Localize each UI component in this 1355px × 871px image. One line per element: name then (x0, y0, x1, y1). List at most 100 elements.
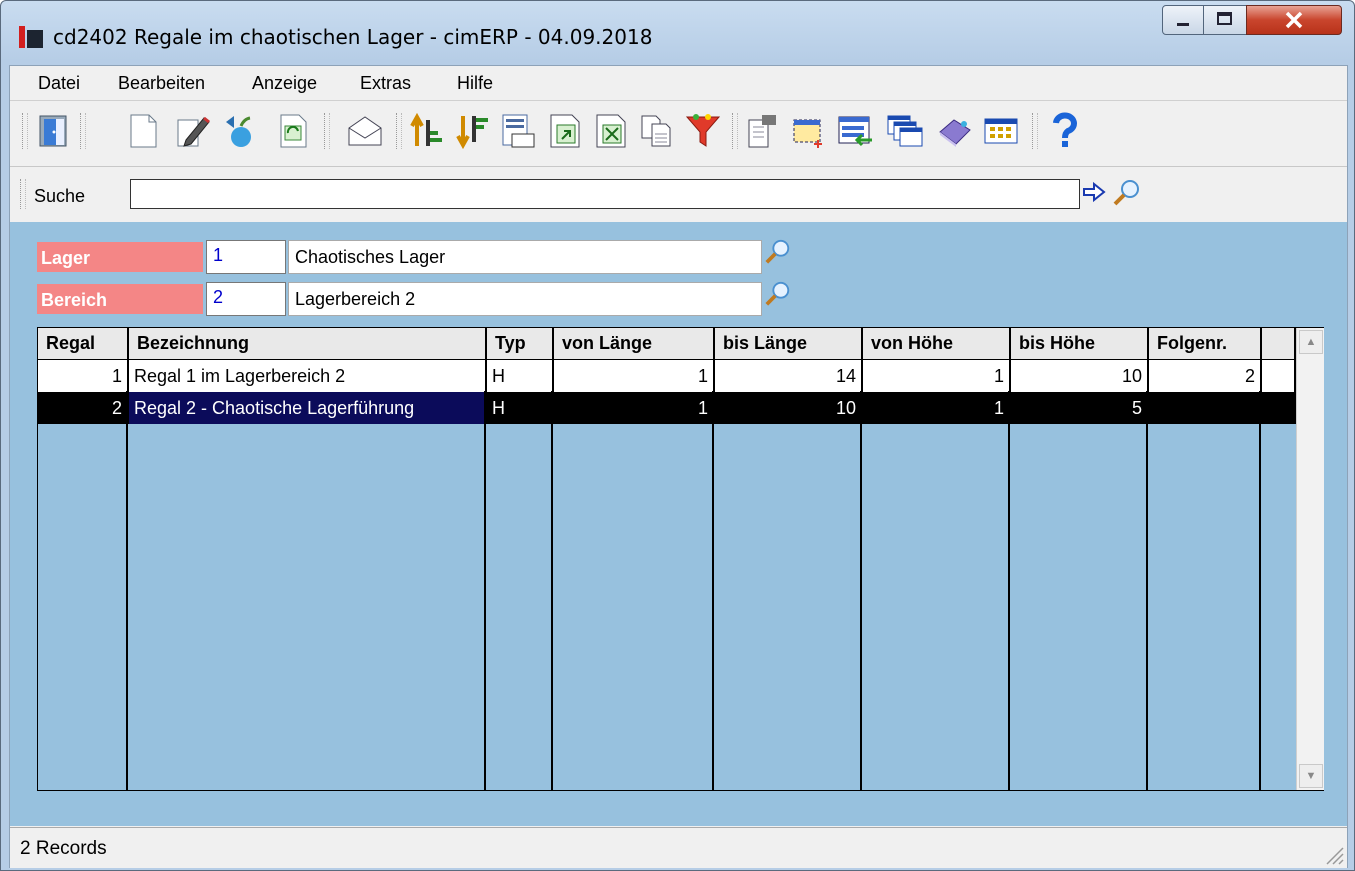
help-icon[interactable] (1046, 112, 1084, 150)
minimize-icon (1177, 23, 1189, 26)
bereich-lookup-icon[interactable] (764, 280, 792, 308)
export-icon[interactable] (546, 112, 584, 150)
toolbar-separator (324, 113, 330, 149)
go-arrow-icon[interactable] (1082, 181, 1106, 203)
status-bar: 2 Records (10, 827, 1347, 868)
excel-icon[interactable] (592, 112, 630, 150)
maximize-icon (1217, 12, 1232, 25)
minimize-button[interactable] (1162, 5, 1204, 35)
search-icon[interactable] (1112, 178, 1142, 208)
application-window: cd2402 Regale im chaotischen Lager - cim… (0, 0, 1355, 871)
bereich-name-field: Lagerbereich 2 (288, 282, 762, 316)
vertical-scrollbar[interactable]: ▲ ▼ (1296, 328, 1324, 790)
col-header-filler (1261, 328, 1296, 360)
close-button[interactable] (1246, 5, 1342, 35)
copy-icon[interactable] (638, 112, 676, 150)
search-label: Suche (34, 186, 86, 206)
calculator-icon[interactable] (498, 112, 536, 150)
grid-column-line (1259, 391, 1261, 791)
toolbar-separator (1032, 113, 1038, 149)
cell-folgenr[interactable]: 2 (1148, 359, 1262, 392)
windows-icon[interactable] (886, 112, 924, 150)
properties-icon[interactable] (744, 112, 782, 150)
lager-lookup-icon[interactable] (764, 238, 792, 266)
title-bar[interactable]: cd2402 Regale im chaotischen Lager - cim… (1, 1, 1354, 59)
book-icon[interactable] (936, 112, 974, 150)
cell-von-hoehe[interactable]: 1 (862, 392, 1011, 424)
resize-grip-icon[interactable] (1321, 842, 1345, 866)
select-range-icon[interactable] (790, 112, 828, 150)
col-header-regal[interactable]: Regal (38, 328, 129, 360)
grid-column-line (712, 391, 714, 791)
col-header-von-laenge[interactable]: von Länge (553, 328, 715, 360)
record-count: 2 Records (20, 838, 107, 859)
toolbar-separator (396, 113, 402, 149)
cell-bis-laenge[interactable]: 10 (714, 392, 863, 424)
regale-table: Regal Bezeichnung Typ von Länge bis Läng… (38, 328, 1296, 424)
toolbar-separator (80, 113, 86, 149)
table-row[interactable]: 1 Regal 1 im Lagerbereich 2 H 1 14 1 10 … (38, 359, 1296, 392)
menu-hilfe[interactable]: Hilfe (457, 73, 493, 94)
grid-column-line (551, 391, 553, 791)
cell-bezeichnung[interactable]: Regal 1 im Lagerbereich 2 (128, 359, 487, 392)
col-header-bis-hoehe[interactable]: bis Höhe (1010, 328, 1149, 360)
toolbar (10, 100, 1347, 163)
client-area: Datei Bearbeiten Anzeige Extras Hilfe Su… (9, 65, 1348, 868)
toolbar-separator (20, 179, 26, 209)
cell-bis-laenge[interactable]: 14 (714, 359, 863, 392)
grid-view-icon[interactable] (982, 112, 1020, 150)
search-bar: Suche (10, 166, 1347, 223)
grid-column-line (1146, 391, 1148, 791)
maximize-button[interactable] (1203, 5, 1247, 35)
col-header-typ[interactable]: Typ (486, 328, 554, 360)
app-logo-icon (19, 26, 43, 48)
col-header-bis-laenge[interactable]: bis Länge (714, 328, 863, 360)
menu-datei[interactable]: Datei (38, 73, 80, 94)
edit-pencil-icon[interactable] (174, 112, 212, 150)
form-area: Lager 1 Chaotisches Lager Bereich 2 Lage… (10, 222, 1347, 826)
cell-regal[interactable]: 2 (38, 392, 129, 424)
menu-extras[interactable]: Extras (360, 73, 411, 94)
grid-header-row: Regal Bezeichnung Typ von Länge bis Läng… (38, 328, 1296, 360)
scroll-up-button[interactable]: ▲ (1299, 330, 1323, 354)
cell-bis-hoehe[interactable]: 10 (1010, 359, 1149, 392)
new-document-icon[interactable] (124, 112, 162, 150)
lager-code-field[interactable]: 1 (206, 240, 286, 274)
bereich-code-field[interactable]: 2 (206, 282, 286, 316)
cell-von-laenge[interactable]: 1 (553, 392, 715, 424)
table-row-selected[interactable]: 2 Regal 2 - Chaotische Lagerführung H 1 … (38, 392, 1296, 424)
menu-anzeige[interactable]: Anzeige (252, 73, 317, 94)
grid-column-line (484, 391, 486, 791)
cell-filler (1261, 392, 1296, 424)
cell-regal[interactable]: 1 (38, 359, 129, 392)
filter-funnel-icon[interactable] (684, 112, 722, 150)
grid-column-line (1008, 391, 1010, 791)
menu-bearbeiten[interactable]: Bearbeiten (118, 73, 205, 94)
sort-ascending-icon[interactable] (408, 112, 446, 150)
col-header-bezeichnung[interactable]: Bezeichnung (128, 328, 487, 360)
close-icon (1285, 11, 1303, 29)
grid-column-line (126, 391, 128, 791)
cell-typ[interactable]: H (486, 392, 554, 424)
search-input[interactable] (130, 179, 1080, 209)
cell-filler (1261, 359, 1296, 392)
import-icon[interactable] (836, 112, 874, 150)
save-apple-icon[interactable] (222, 112, 260, 150)
exit-door-icon[interactable] (34, 112, 72, 150)
cell-von-hoehe[interactable]: 1 (862, 359, 1011, 392)
mail-icon[interactable] (346, 112, 384, 150)
sort-descending-icon[interactable] (454, 112, 492, 150)
cell-typ[interactable]: H (486, 359, 554, 392)
lager-label: Lager (37, 242, 203, 272)
cell-bis-hoehe[interactable]: 5 (1010, 392, 1149, 424)
regale-grid: Regal Bezeichnung Typ von Länge bis Läng… (37, 327, 1324, 791)
cell-folgenr[interactable] (1148, 392, 1262, 424)
grid-column-line (860, 391, 862, 791)
toolbar-separator (732, 113, 738, 149)
cell-bezeichnung-editing[interactable]: Regal 2 - Chaotische Lagerführung (128, 392, 487, 424)
refresh-icon[interactable] (274, 112, 312, 150)
col-header-von-hoehe[interactable]: von Höhe (862, 328, 1011, 360)
col-header-folgenr[interactable]: Folgenr. (1148, 328, 1262, 360)
cell-von-laenge[interactable]: 1 (553, 359, 715, 392)
scroll-down-button[interactable]: ▼ (1299, 764, 1323, 788)
